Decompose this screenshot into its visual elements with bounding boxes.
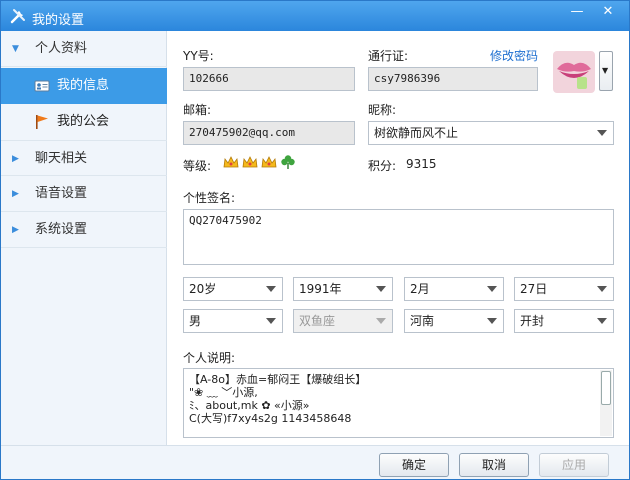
chevron-down-icon <box>487 286 497 292</box>
nav-section-label: 系统设置 <box>35 222 88 237</box>
birth-year-value: 1991年 <box>299 282 342 296</box>
chevron-down-icon <box>376 318 386 324</box>
chevron-down-icon <box>597 286 607 292</box>
gender-value: 男 <box>189 314 202 328</box>
avatar-dropdown-button[interactable]: ▼ <box>599 51 613 91</box>
scrollbar-thumb[interactable] <box>601 371 611 405</box>
nav-section-label: 语音设置 <box>35 186 88 201</box>
settings-window: 我的设置 — ✕ ▼ 个人资料 我的信息 我的公会 ▶ 聊天相关 ▶ 语音设置 … <box>0 0 630 480</box>
nav-section-label: 个人资料 <box>35 41 88 56</box>
sidebar-item-my-info[interactable]: 我的信息 <box>1 68 167 104</box>
flag-icon <box>36 115 48 129</box>
chevron-down-icon <box>376 286 386 292</box>
zodiac-value: 双鱼座 <box>299 314 336 328</box>
avatar-image <box>553 51 595 93</box>
birth-day-value: 27日 <box>520 282 548 296</box>
nickname-input[interactable]: 树欲静而风不止 <box>368 121 614 145</box>
city-select[interactable]: 开封 <box>514 309 614 333</box>
province-select[interactable]: 河南 <box>404 309 504 333</box>
chevron-right-icon: ▶ <box>12 189 19 199</box>
window-title: 我的设置 <box>32 13 85 28</box>
points-value: 9315 <box>406 157 437 171</box>
chevron-down-icon[interactable] <box>597 130 607 136</box>
sidebar-item-my-guild[interactable]: 我的公会 <box>1 104 167 140</box>
birth-year-select[interactable]: 1991年 <box>293 277 393 301</box>
birth-month-select[interactable]: 2月 <box>404 277 504 301</box>
tools-icon <box>10 9 25 24</box>
description-line: C(大写)f7xy4s2g 1143458648 <box>189 412 352 425</box>
chevron-down-icon <box>597 318 607 324</box>
change-password-link[interactable]: 修改密码 <box>490 47 538 64</box>
nickname-label: 昵称: <box>368 103 397 117</box>
sidebar-item-label: 我的公会 <box>57 114 110 129</box>
age-value: 20岁 <box>189 282 217 296</box>
signature-input[interactable]: QQ270475902 <box>183 209 614 265</box>
signature-text: QQ270475902 <box>189 214 262 227</box>
chevron-right-icon: ▶ <box>12 225 19 235</box>
yy-label: YY号: <box>183 49 214 63</box>
description-input[interactable]: 【A-8o】赤血=郁闷王【爆破组长】 "❀ ﹏ ﹀小源, ﾐ、about,mk … <box>183 368 614 438</box>
email-label: 邮箱: <box>183 103 212 117</box>
profile-panel: YY号: 102666 通行证: 修改密码 csy7986396 ▼ 邮箱: 2… <box>168 31 629 445</box>
yy-number-field: 102666 <box>183 67 355 91</box>
chevron-down-icon <box>266 286 276 292</box>
level-label: 等级: <box>183 159 212 173</box>
close-button[interactable]: ✕ <box>593 1 623 25</box>
city-value: 开封 <box>520 314 545 328</box>
description-line: ﾐ、about,mk ✿ «小源» <box>189 399 310 412</box>
gender-select[interactable]: 男 <box>183 309 283 333</box>
avatar[interactable] <box>553 51 595 93</box>
province-value: 河南 <box>410 314 435 328</box>
dialog-footer: 确定 取消 应用 <box>1 445 629 479</box>
cancel-button[interactable]: 取消 <box>459 453 529 477</box>
crown-icon <box>242 156 258 168</box>
apply-button: 应用 <box>539 453 609 477</box>
signature-label: 个性签名: <box>183 191 236 205</box>
title-bar[interactable]: 我的设置 — ✕ <box>1 1 629 31</box>
sidebar: ▼ 个人资料 我的信息 我的公会 ▶ 聊天相关 ▶ 语音设置 ▶ 系统设置 <box>1 31 167 445</box>
birth-month-value: 2月 <box>410 282 430 296</box>
sidebar-item-label: 我的信息 <box>57 78 110 93</box>
description-line: "❀ ﹏ ﹀小源, <box>189 386 258 399</box>
crown-icon <box>223 156 239 168</box>
minimize-button[interactable]: — <box>562 1 592 25</box>
chevron-down-icon <box>266 318 276 324</box>
crown-icon <box>261 156 277 168</box>
chevron-down-icon <box>487 318 497 324</box>
zodiac-select: 双鱼座 <box>293 309 393 333</box>
description-scrollbar[interactable] <box>600 370 612 436</box>
description-line: 【A-8o】赤血=郁闷王【爆破组长】 <box>189 373 367 386</box>
nav-section-profile[interactable]: ▼ 个人资料 <box>1 31 167 67</box>
birth-day-select[interactable]: 27日 <box>514 277 614 301</box>
age-select[interactable]: 20岁 <box>183 277 283 301</box>
id-card-icon <box>34 80 50 92</box>
passport-field: csy7986396 <box>368 67 538 91</box>
ok-button[interactable]: 确定 <box>379 453 449 477</box>
email-field: 270475902@qq.com <box>183 121 355 145</box>
nav-section-system[interactable]: ▶ 系统设置 <box>1 212 167 248</box>
chevron-down-icon: ▼ <box>12 44 19 54</box>
nav-section-voice[interactable]: ▶ 语音设置 <box>1 176 167 212</box>
chevron-right-icon: ▶ <box>12 154 19 164</box>
nav-section-chat[interactable]: ▶ 聊天相关 <box>1 140 167 176</box>
points-label: 积分: <box>368 159 397 173</box>
description-label: 个人说明: <box>183 351 236 365</box>
clover-icon <box>281 155 295 169</box>
chevron-down-icon: ▼ <box>602 66 609 75</box>
nickname-value: 树欲静而风不止 <box>374 126 459 140</box>
passport-label: 通行证: <box>368 49 409 63</box>
nav-section-label: 聊天相关 <box>35 151 88 166</box>
